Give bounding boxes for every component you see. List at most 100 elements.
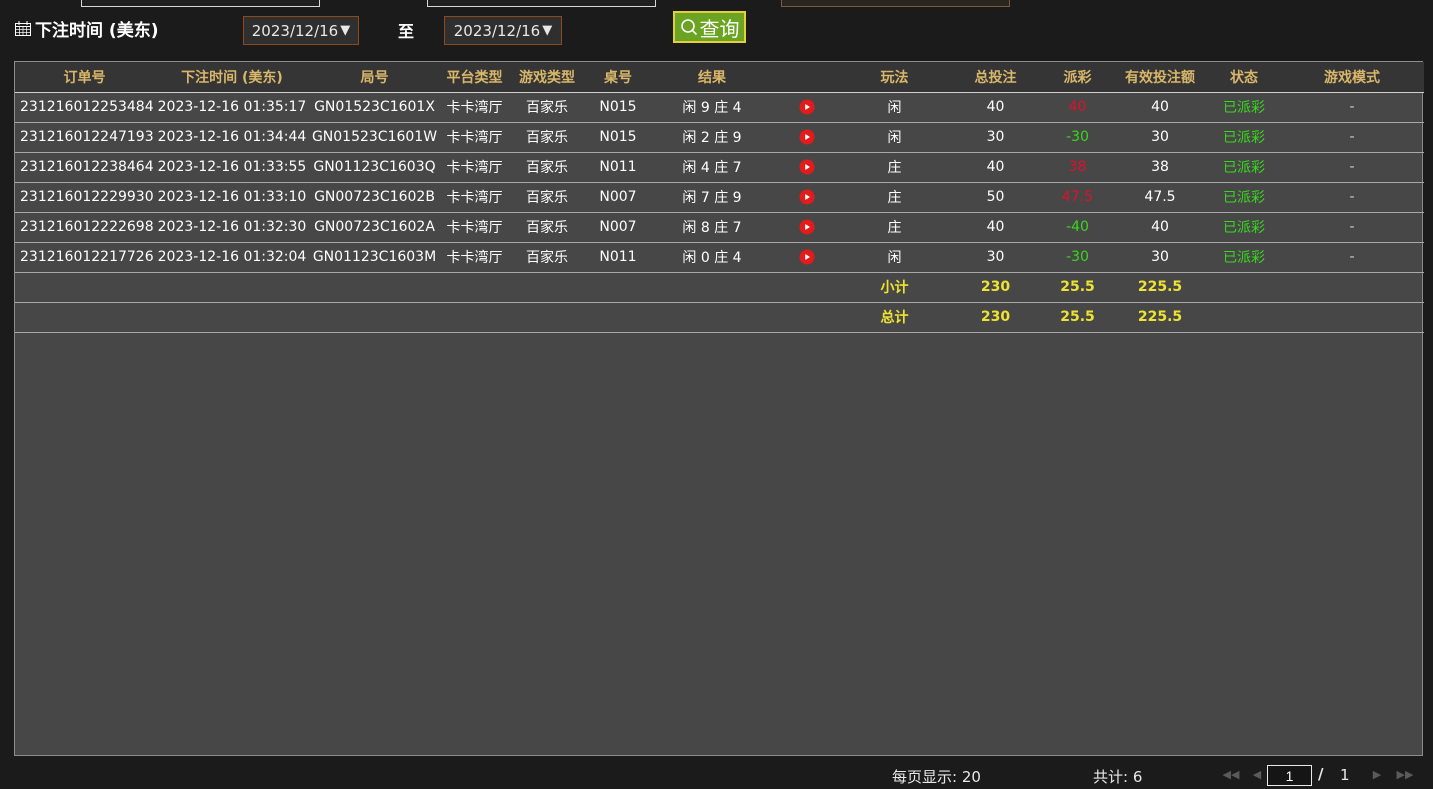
total-bet-cell: 30 (948, 242, 1043, 273)
query-label: 查询 (699, 16, 740, 41)
table-no-cell: N011 (584, 242, 652, 273)
table-row: 231216012247193 2023-12-16 01:34:44 GN0152… (15, 122, 1424, 153)
valid-bet-cell: 47.5 (1112, 182, 1208, 213)
col-bet-time[interactable]: 下注时间 (美东) (154, 62, 310, 93)
status-cell: 已派彩 (1208, 92, 1280, 123)
play-cell: 闲 (841, 122, 948, 153)
platform-cell: 卡卡湾厅 (439, 212, 510, 243)
platform-cell: 卡卡湾厅 (439, 182, 510, 213)
payout-cell: -30 (1043, 122, 1112, 153)
col-table-no[interactable]: 桌号 (584, 62, 652, 93)
start-date-value: 2023/12/16 (251, 21, 339, 40)
game-type-cell: 百家乐 (510, 152, 584, 183)
replay-play-icon[interactable] (799, 159, 815, 175)
summary-spacer (15, 272, 841, 303)
col-status[interactable]: 状态 (1208, 62, 1280, 93)
col-order-no[interactable]: 订单号 (15, 62, 154, 93)
replay-play-icon[interactable] (799, 249, 815, 265)
top-input-2[interactable] (427, 0, 656, 7)
calendar-icon (15, 20, 31, 36)
per-page-label: 每页显示: 20 (892, 768, 981, 786)
summary-label: 小计 (841, 272, 948, 303)
table-row: 231216012217726 2023-12-16 01:32:04 GN0112… (15, 242, 1424, 273)
summary-bet: 230 (948, 302, 1043, 333)
replay-play-icon[interactable] (799, 189, 815, 205)
bet-time-cell: 2023-12-16 01:33:55 (154, 152, 310, 183)
replay-play-icon[interactable] (799, 99, 815, 115)
order-no-cell: 231216012247193 (15, 122, 154, 153)
payout-cell: -40 (1043, 212, 1112, 243)
platform-cell: 卡卡湾厅 (439, 122, 510, 153)
table-row: 231216012253484 2023-12-16 01:35:17 GN0152… (15, 92, 1424, 123)
summary-label: 总计 (841, 302, 948, 333)
bet-time-cell: 2023-12-16 01:32:04 (154, 242, 310, 273)
page-number-input[interactable] (1267, 765, 1312, 786)
replay-cell[interactable] (772, 212, 841, 243)
platform-cell: 卡卡湾厅 (439, 152, 510, 183)
subtotal-row: 小计 230 25.5 225.5 (15, 272, 1424, 303)
col-platform[interactable]: 平台类型 (439, 62, 510, 93)
game-mode-cell: - (1280, 242, 1424, 273)
game-type-cell: 百家乐 (510, 122, 584, 153)
valid-bet-cell: 30 (1112, 242, 1208, 273)
col-total-bet[interactable]: 总投注 (948, 62, 1043, 93)
replay-play-icon[interactable] (799, 219, 815, 235)
replay-cell[interactable] (772, 122, 841, 153)
status-cell: 已派彩 (1208, 152, 1280, 183)
col-valid-bet[interactable]: 有效投注额 (1112, 62, 1208, 93)
replay-cell[interactable] (772, 152, 841, 183)
order-no-cell: 231216012238464 (15, 152, 154, 183)
round-no-cell: GN00723C1602B (310, 182, 439, 213)
round-no-cell: GN01523C1601X (310, 92, 439, 123)
replay-cell[interactable] (772, 182, 841, 213)
valid-bet-cell: 30 (1112, 122, 1208, 153)
start-date-select[interactable]: 2023/12/16 ▼ (243, 16, 359, 45)
game-type-cell: 百家乐 (510, 182, 584, 213)
total-pages-label: 1 (1340, 766, 1350, 784)
summary-payout: 25.5 (1043, 302, 1112, 333)
col-payout[interactable]: 派彩 (1043, 62, 1112, 93)
bet-records-table: 订单号 下注时间 (美东) 局号 平台类型 游戏类型 桌号 结果 玩法 总投注 … (14, 61, 1424, 756)
col-play[interactable]: 玩法 (841, 62, 948, 93)
col-replay (772, 62, 841, 93)
game-mode-cell: - (1280, 212, 1424, 243)
col-game-mode[interactable]: 游戏模式 (1280, 62, 1424, 93)
top-input-1[interactable] (81, 0, 320, 7)
summary-bet: 230 (948, 272, 1043, 303)
top-select[interactable] (781, 0, 1010, 7)
order-no-cell: 231216012222698 (15, 212, 154, 243)
summary-valid: 225.5 (1112, 302, 1208, 333)
table-no-cell: N015 (584, 122, 652, 153)
prev-page-icon[interactable]: ◀ (1250, 764, 1264, 784)
col-round-no[interactable]: 局号 (310, 62, 439, 93)
status-cell: 已派彩 (1208, 182, 1280, 213)
result-cell: 闲 2 庄 9 (652, 122, 772, 153)
game-type-cell: 百家乐 (510, 242, 584, 273)
page-separator: / (1318, 765, 1324, 783)
last-page-icon[interactable]: ▶▶ (1397, 764, 1414, 784)
game-mode-cell: - (1280, 92, 1424, 123)
next-page-icon[interactable]: ▶ (1370, 764, 1384, 784)
bet-time-cell: 2023-12-16 01:32:30 (154, 212, 310, 243)
first-page-icon[interactable]: ◀◀ (1223, 764, 1240, 784)
table-no-cell: N007 (584, 182, 652, 213)
platform-cell: 卡卡湾厅 (439, 92, 510, 123)
summary-payout: 25.5 (1043, 272, 1112, 303)
status-cell: 已派彩 (1208, 212, 1280, 243)
total-bet-cell: 40 (948, 152, 1043, 183)
col-result[interactable]: 结果 (652, 62, 772, 93)
to-label: 至 (398, 22, 415, 41)
replay-cell[interactable] (772, 92, 841, 123)
table-no-cell: N011 (584, 152, 652, 183)
search-icon (680, 19, 697, 36)
total-bet-cell: 40 (948, 92, 1043, 123)
end-date-select[interactable]: 2023/12/16 ▼ (444, 16, 562, 45)
replay-cell[interactable] (772, 242, 841, 273)
query-button[interactable]: 查询 (673, 11, 746, 43)
col-game-type[interactable]: 游戏类型 (510, 62, 584, 93)
dropdown-arrow-icon: ▼ (340, 23, 351, 38)
replay-play-icon[interactable] (799, 129, 815, 145)
game-mode-cell: - (1280, 122, 1424, 153)
bet-time-cell: 2023-12-16 01:34:44 (154, 122, 310, 153)
result-cell: 闲 8 庄 7 (652, 212, 772, 243)
